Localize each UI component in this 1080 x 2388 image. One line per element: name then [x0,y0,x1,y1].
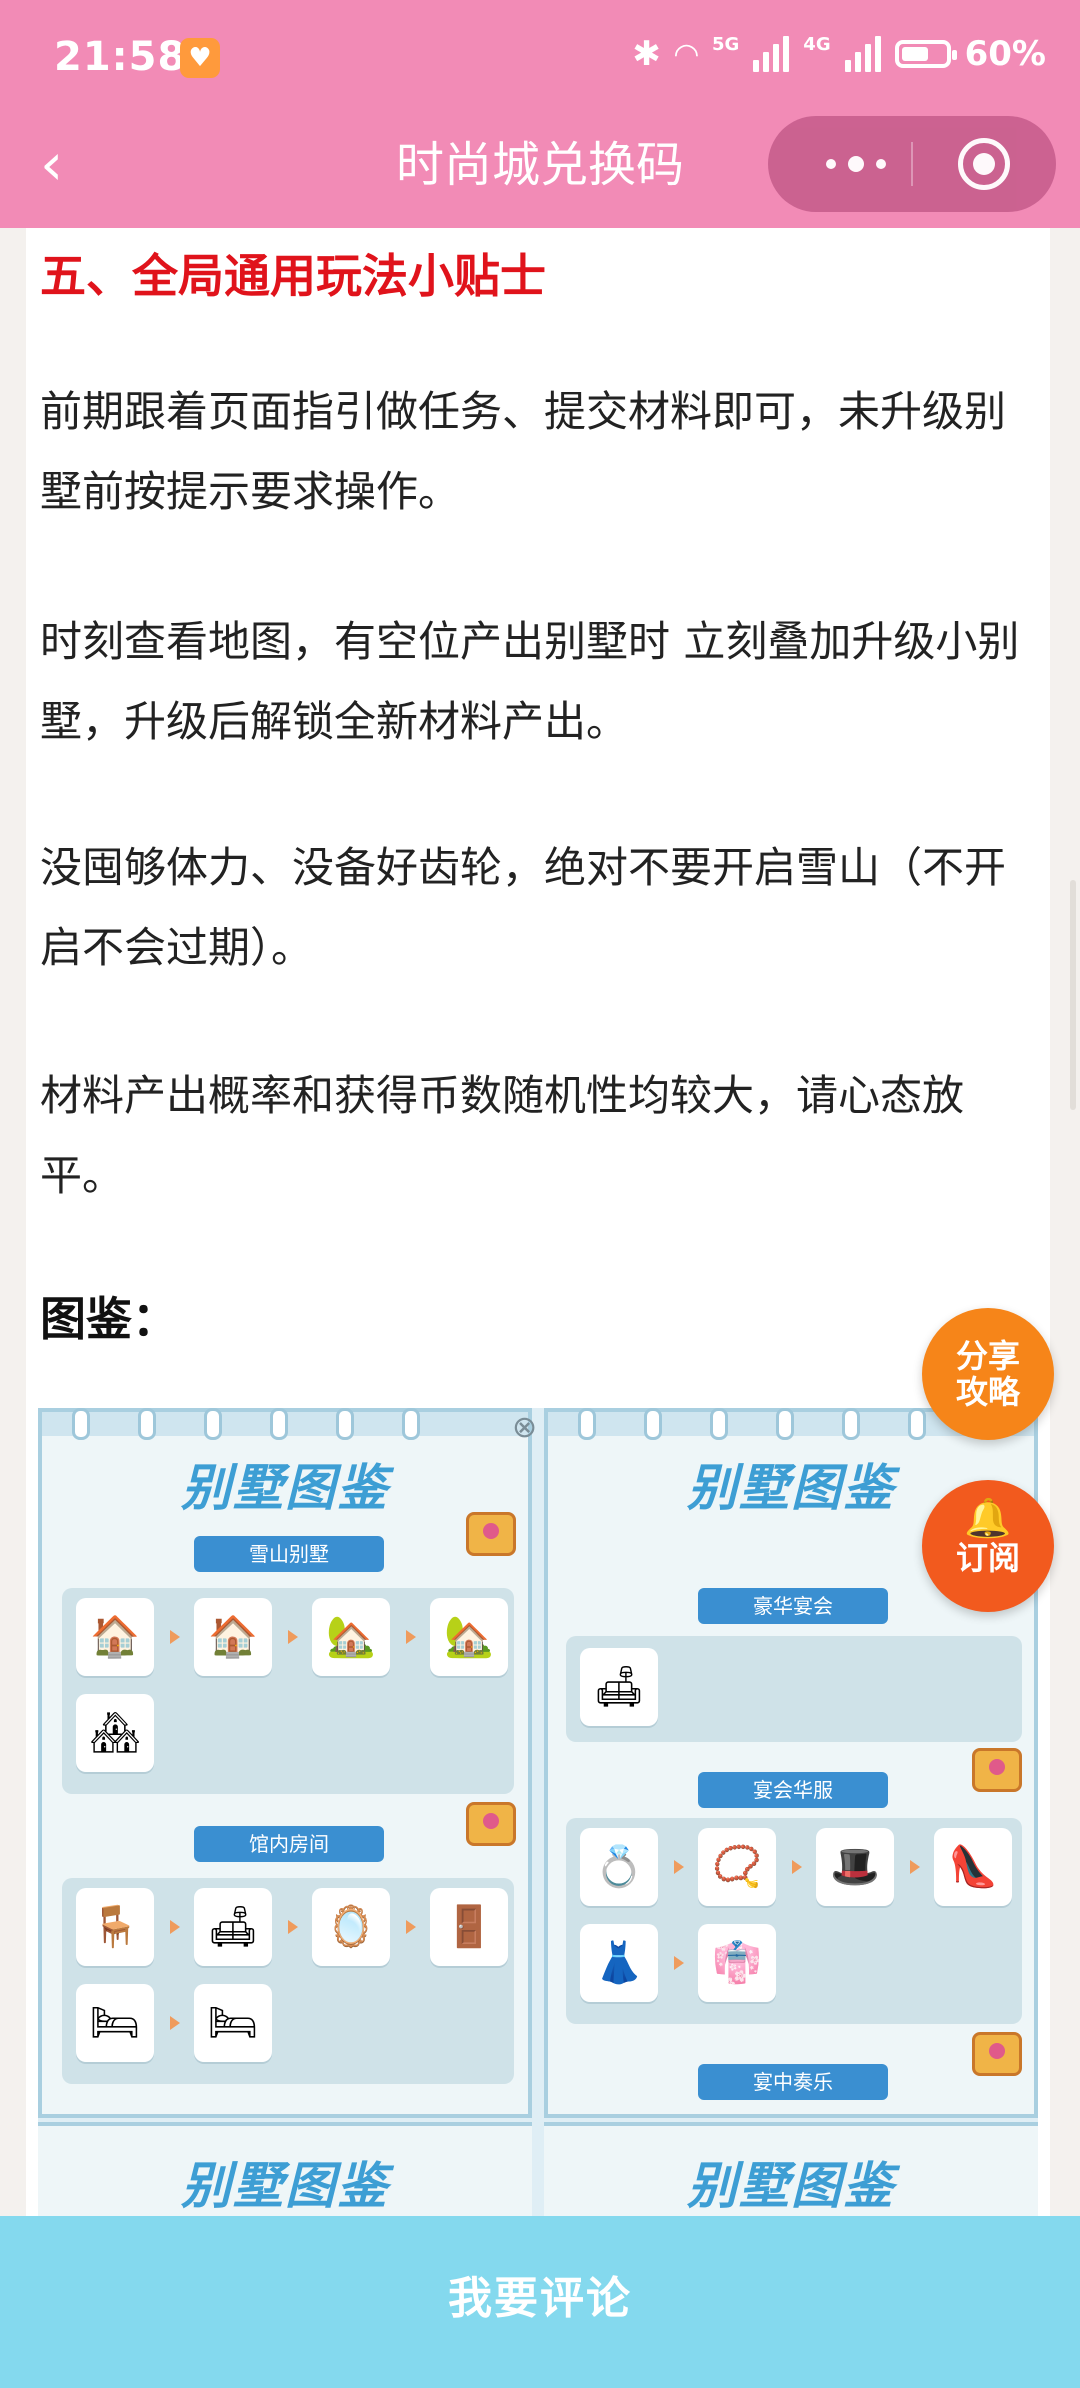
battery-percent: 60% [964,34,1046,74]
house-icon: 🏘 [76,1694,154,1772]
section-heading: 五、全局通用玩法小贴士 [40,249,546,303]
arrow-right-icon [170,1920,180,1934]
necklace-icon: 📿 [698,1828,776,1906]
signal-icon [753,36,790,72]
article-content: 五、全局通用玩法小贴士 前期跟着页面指引做任务、提交材料即可，未升级别墅前按提示… [26,228,1050,2228]
ring-icon: 💍 [580,1828,658,1906]
arrow-right-icon [170,2016,180,2030]
wardrobe-icon: 🚪 [430,1888,508,1966]
house-icon: 🏡 [312,1598,390,1676]
wifi-icon: ◠ [674,36,698,72]
arrow-right-icon [288,1920,298,1934]
gallery-image: ⊗ 别墅图鉴 雪山别墅 🏠 🏠 🏡 🏡 🏘 馆内房间 🪑 🛋 🪞 🚪 🛏 🛏 别… [38,1408,1038,2228]
more-dots-icon[interactable] [804,116,908,212]
share-guide-button[interactable]: 分享攻略 [922,1308,1054,1440]
section-label: 豪华宴会 [698,1588,888,1624]
network-4g-label: 4G [803,34,831,55]
subscribe-button[interactable]: 🔔 订阅 [922,1480,1054,1612]
scrollbar[interactable] [1070,880,1076,1110]
sofa-icon: 🛋 [580,1648,658,1726]
bell-icon: 🔔 [964,1496,1012,1540]
canopy-bed-icon: 🛏 [194,1984,272,2062]
panel-title: 别墅图鉴 [687,2157,895,2215]
close-icon: ⊗ [512,1410,538,1445]
tip-paragraph: 前期跟着页面指引做任务、提交材料即可，未升级别墅前按提示要求操作。 [40,387,1007,516]
house-icon: 🏠 [194,1598,272,1676]
bed-icon: 🛏 [76,1984,154,2062]
network-5g-label: 5G [711,34,740,55]
arrow-right-icon [406,1920,416,1934]
villa-gallery-panel-left: ⊗ 别墅图鉴 雪山别墅 🏠 🏠 🏡 🏡 🏘 馆内房间 🪑 🛋 🪞 🚪 🛏 🛏 [38,1408,537,2118]
arrow-right-icon [792,1860,802,1874]
panel-title: 别墅图鉴 [181,1459,389,1517]
arrow-right-icon [170,1630,180,1644]
panel-title: 别墅图鉴 [181,2157,389,2215]
status-bar: 21:58 ♥ ✱ ◠ 5G 4G 60% [0,0,1080,120]
bluetooth-icon: ✱ [632,34,661,74]
battery-icon [894,40,957,68]
section-label: 宴会华服 [698,1772,888,1808]
treasure-chest-icon [972,1748,1022,1792]
status-icons: ✱ ◠ 5G 4G 60% [632,34,1046,74]
mini-program-capsule [768,116,1056,212]
hat-icon: 🎩 [816,1828,894,1906]
top-bar: 21:58 ♥ ✱ ◠ 5G 4G 60% ‹ 时尚城兑换码 [0,0,1080,228]
target-close-icon[interactable] [958,138,1010,190]
arrow-right-icon [674,1956,684,1970]
tip-paragraph: 材料产出概率和获得币数随机性均较大，请心态放平。 [40,1071,965,1200]
heart-notification-icon: ♥ [180,38,220,78]
signal-icon-2 [844,36,881,72]
gallery-heading: 图鉴： [40,1292,178,1346]
tip-paragraph: 时刻查看地图，有空位产出别墅时 立刻叠加升级小别墅，升级后解锁全新材料产出。 [40,617,1020,746]
arrow-right-icon [288,1630,298,1644]
vanity-icon: 🪞 [312,1888,390,1966]
arrow-right-icon [406,1630,416,1644]
comment-button[interactable]: 我要评论 [0,2262,1080,2326]
section-label: 雪山别墅 [194,1536,384,1572]
shoes-icon: 👠 [934,1828,1012,1906]
treasure-chest-icon [466,1802,516,1846]
share-guide-label: 分享攻略 [955,1337,1020,1411]
section-label: 宴中奏乐 [698,2064,888,2100]
villa-gallery-panel-right-2: 别墅图鉴 [544,2122,1038,2228]
treasure-chest-icon [466,1512,516,1556]
subscribe-label: 订阅 [955,1539,1020,1577]
gown-icon: 👘 [698,1924,776,2002]
arrow-right-icon [674,1860,684,1874]
dress-icon: 👗 [580,1924,658,2002]
tip-paragraph: 没囤够体力、没备好齿轮，绝对不要开启雪山（不开启不会过期）。 [40,843,1007,972]
binder-rings [72,1408,420,1440]
section-label: 馆内房间 [194,1826,384,1862]
house-icon: 🏡 [430,1598,508,1676]
treasure-chest-icon [972,2032,1022,2076]
armchair-icon: 🛋 [194,1888,272,1966]
villa-gallery-panel-left-2: 别墅图鉴 [38,2122,532,2228]
capsule-divider [911,142,913,186]
status-time: 21:58 [54,34,187,80]
comment-bar[interactable]: 我要评论 [0,2216,1080,2388]
stool-icon: 🪑 [76,1888,154,1966]
house-icon: 🏠 [76,1598,154,1676]
arrow-right-icon [910,1860,920,1874]
binder-rings [578,1408,926,1440]
